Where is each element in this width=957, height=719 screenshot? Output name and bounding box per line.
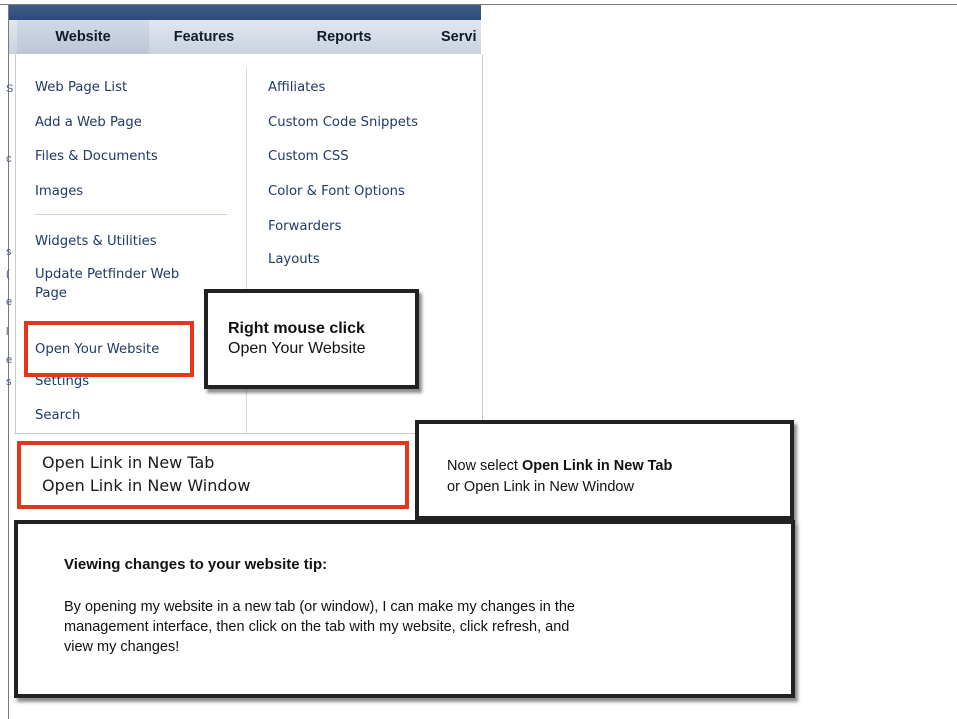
background-fragment: l	[6, 326, 9, 338]
menu-item-update-petfinder[interactable]: Update Petfinder Web	[35, 266, 179, 283]
menu-item-add-web-page[interactable]: Add a Web Page	[35, 114, 142, 131]
callout-select-line1: Now select Open Link in New Tab	[447, 458, 672, 474]
menu-item-layouts[interactable]: Layouts	[268, 251, 320, 268]
menu-item-files-documents[interactable]: Files & Documents	[35, 148, 158, 165]
background-fragment: s	[6, 246, 12, 258]
menu-separator	[35, 214, 227, 215]
background-fragment: s	[6, 376, 12, 388]
nav-tab-reports[interactable]: Reports	[259, 20, 429, 54]
tip-line-2: management interface, then click on the …	[64, 619, 570, 635]
menu-item-forwarders[interactable]: Forwarders	[268, 218, 341, 235]
callout-select-bold: Open Link in New Tab	[521, 458, 673, 474]
menu-item-search[interactable]: Search	[35, 407, 80, 424]
menu-item-open-your-website[interactable]: Open Your Website	[35, 341, 159, 358]
background-fragment: (	[6, 268, 10, 280]
background-fragment: e	[6, 354, 13, 366]
menu-bottom-border	[14, 433, 481, 434]
tip-box: Viewing changes to your website tip: By …	[14, 520, 795, 698]
background-fragment: S	[6, 83, 14, 95]
callout-select-prefix: Now select	[447, 458, 522, 474]
header-bar	[9, 5, 481, 20]
menu-item-custom-css[interactable]: Custom CSS	[268, 148, 349, 165]
menu-item-affiliates[interactable]: Affiliates	[268, 79, 325, 96]
callout-select-line2: or Open Link in New Window	[447, 479, 634, 495]
callout-right-click-title: Right mouse click	[228, 320, 365, 337]
background-fragment: e	[6, 296, 13, 308]
nav-tab-services[interactable]: Servi	[429, 20, 481, 54]
highlight-context-menu	[17, 441, 409, 509]
nav-tab-website[interactable]: Website	[17, 20, 149, 54]
background-fragment: c	[6, 153, 12, 165]
callout-right-click-body: Open Your Website	[228, 340, 366, 357]
menu-item-update-petfinder-line2[interactable]: Page	[35, 285, 67, 302]
menu-item-custom-code-snippets[interactable]: Custom Code Snippets	[268, 114, 418, 131]
tip-line-3: view my changes!	[64, 639, 180, 655]
menu-item-images[interactable]: Images	[35, 183, 83, 200]
menu-item-web-page-list[interactable]: Web Page List	[35, 79, 127, 96]
menu-item-color-font-options[interactable]: Color & Font Options	[268, 183, 405, 200]
nav-tab-features[interactable]: Features	[149, 20, 259, 54]
main-nav: Website Features Reports Servi	[9, 20, 481, 54]
tip-line-1: By opening my website in a new tab (or w…	[64, 599, 575, 615]
callout-select-option: Now select Open Link in New Tab or Open …	[415, 420, 794, 520]
tip-heading: Viewing changes to your website tip:	[64, 556, 328, 573]
menu-item-widgets-utilities[interactable]: Widgets & Utilities	[35, 233, 157, 250]
callout-right-click: Right mouse click Open Your Website	[204, 289, 419, 389]
